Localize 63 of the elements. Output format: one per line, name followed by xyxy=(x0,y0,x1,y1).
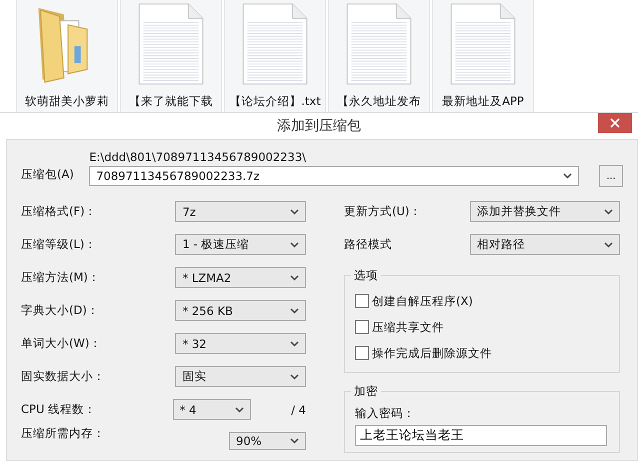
field-label: CPU 线程数： xyxy=(21,402,98,417)
group-title: 选项 xyxy=(351,268,381,283)
chevron-icon xyxy=(604,242,613,248)
checkbox-label: 创建自解压程序(X) xyxy=(372,294,473,308)
file-item[interactable]: 【永久地址发布 xyxy=(328,0,430,112)
file-item[interactable]: 【来了就能下载 xyxy=(120,0,222,112)
file-name: 软萌甜美小萝莉 xyxy=(25,94,109,109)
dropdown[interactable]: 相对路径 xyxy=(470,234,620,255)
file-name: 【论坛介绍】.txt xyxy=(229,94,321,109)
chevron-icon xyxy=(290,274,299,280)
chevron-icon xyxy=(235,406,244,412)
field-label: 压缩等级(L)： xyxy=(21,237,98,252)
field-label: 压缩格式(F)： xyxy=(21,204,98,219)
file-name: 【来了就能下载 xyxy=(129,94,213,109)
field-label: 更新方式(U)： xyxy=(344,204,422,219)
chevron-icon xyxy=(290,242,299,248)
dropdown[interactable]: * LZMA2 xyxy=(175,267,306,288)
window-title: 添加到压缩包 xyxy=(277,117,361,135)
thread-total: / 4 xyxy=(291,402,306,416)
file-name: 【永久地址发布 xyxy=(337,94,421,109)
chevron-icon xyxy=(290,374,299,380)
text-file-icon xyxy=(240,2,310,86)
file-name: 最新地址及APP xyxy=(442,94,524,109)
dropdown[interactable]: * 4 xyxy=(172,399,252,420)
text-file-icon xyxy=(136,2,206,86)
chevron-icon xyxy=(563,173,572,179)
password-label: 输入密码： xyxy=(355,406,416,421)
archive-label: 压缩包(A) xyxy=(21,167,75,183)
chevron-icon xyxy=(290,308,299,314)
archive-path: E:\ddd\801\70897113456789002233\ xyxy=(89,150,308,164)
dropdown[interactable]: 添加并替换文件 xyxy=(470,201,620,222)
chevron-icon xyxy=(604,208,613,214)
text-file-icon xyxy=(344,2,414,86)
archive-name-field[interactable]: 70897113456789002233.7z xyxy=(89,166,580,186)
checkbox[interactable] xyxy=(355,294,369,308)
chevron-icon xyxy=(290,340,299,346)
dropdown[interactable]: 90% xyxy=(229,432,306,450)
file-item[interactable]: 软萌甜美小萝莉 xyxy=(16,0,118,112)
checkbox[interactable] xyxy=(355,320,369,334)
field-label: 压缩方法(M)： xyxy=(21,270,101,285)
checkbox[interactable] xyxy=(355,346,369,360)
close-button[interactable] xyxy=(598,113,632,133)
field-label: 路径模式 xyxy=(344,237,393,252)
file-item[interactable]: 【论坛介绍】.txt xyxy=(224,0,326,112)
password-field[interactable]: 上老王论坛当老王 xyxy=(355,425,607,446)
group-title: 加密 xyxy=(351,384,381,399)
chevron-icon xyxy=(290,208,299,214)
field-label: 固实数据大小： xyxy=(21,369,106,384)
field-label: 字典大小(D)： xyxy=(21,303,100,318)
dropdown[interactable]: * 256 KB xyxy=(175,300,306,321)
field-label: 压缩所需内存： xyxy=(21,426,105,442)
checkbox-label: 压缩共享文件 xyxy=(372,320,444,334)
dropdown[interactable]: * 32 xyxy=(175,333,306,354)
dropdown[interactable]: 1 - 极速压缩 xyxy=(175,234,306,255)
close-icon xyxy=(610,118,620,128)
file-item[interactable]: 最新地址及APP xyxy=(432,0,534,112)
dropdown[interactable]: 固实 xyxy=(175,366,306,387)
text-file-icon xyxy=(448,2,518,86)
dropdown[interactable]: 7z xyxy=(175,201,306,222)
browse-button[interactable]: ... xyxy=(599,165,623,187)
chevron-icon xyxy=(290,438,299,444)
field-label: 单词大小(W)： xyxy=(21,336,102,351)
checkbox-label: 操作完成后删除源文件 xyxy=(372,346,492,360)
